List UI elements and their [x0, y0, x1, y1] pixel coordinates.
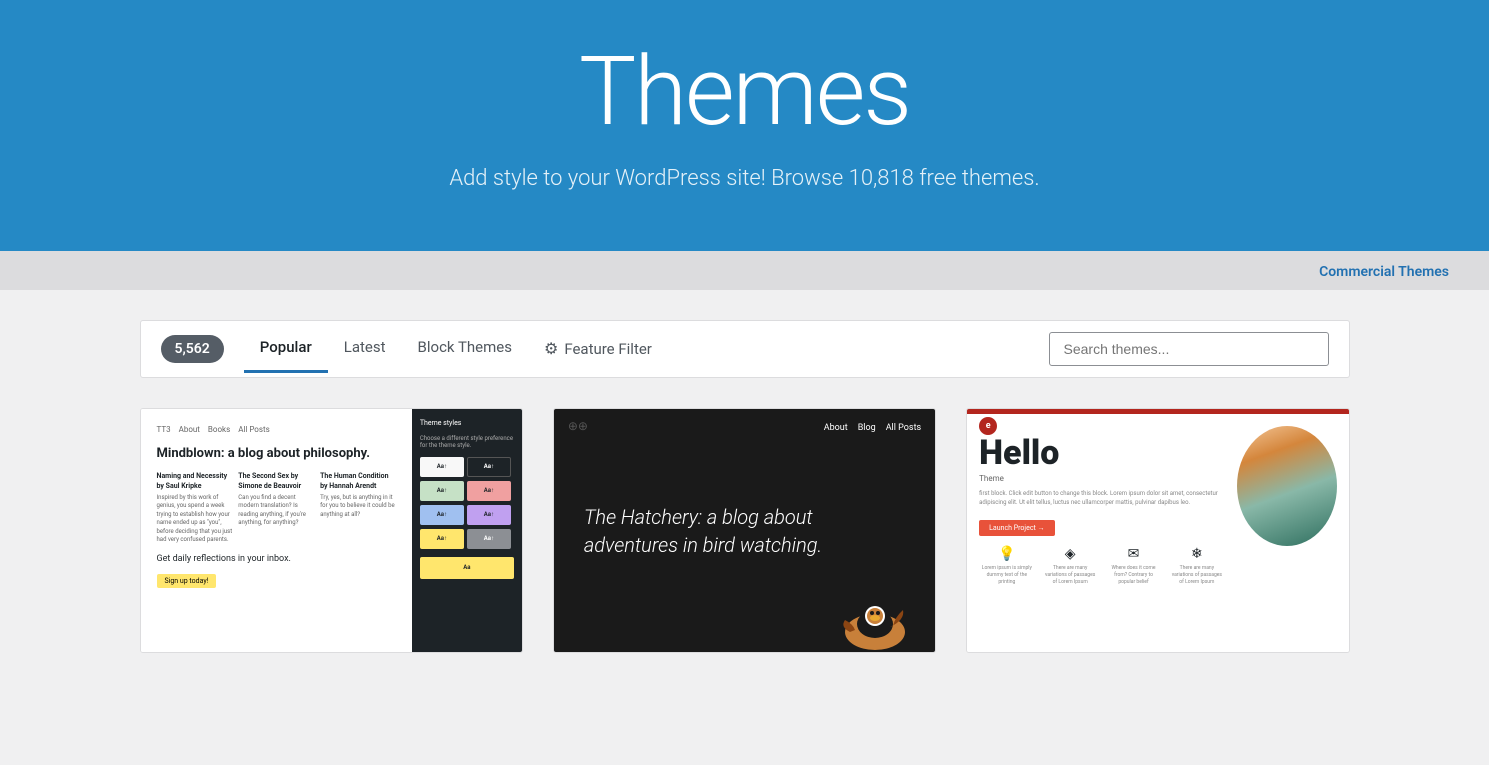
hello-launch-btn: Launch Project →	[979, 520, 1054, 536]
tab-latest[interactable]: Latest	[328, 324, 402, 373]
theme-preview-hello: e Hello Theme first block. Click edit bu…	[967, 409, 1348, 653]
theme-card-footer-tt3: Twenty Twenty-Three	[141, 652, 522, 653]
tt3-style-panel: Theme styles Choose a different style pr…	[412, 409, 522, 653]
filter-bar: 5,562 Popular Latest Block Themes ⚙ Feat…	[140, 320, 1350, 378]
theme-card-hello[interactable]: e Hello Theme first block. Click edit bu…	[966, 408, 1349, 654]
hello-left-panel: Hello Theme first block. Click edit butt…	[979, 426, 1224, 586]
theme-preview-tt3: TT3 About Books All Posts Mindblown: a b…	[141, 409, 522, 653]
tt3-nav: TT3 About Books All Posts	[157, 425, 396, 434]
hello-lorem: first block. Click edit button to change…	[979, 489, 1224, 507]
feature-filter-toggle[interactable]: ⚙ Feature Filter	[528, 324, 668, 373]
hello-badge: e	[979, 417, 997, 435]
filter-tabs: Popular Latest Block Themes ⚙ Feature Fi…	[244, 324, 1049, 373]
hello-image	[1237, 426, 1337, 546]
theme-preview-tt2: ⊕⊕ About Blog All Posts The Hatchery: a …	[554, 409, 935, 653]
hello-content: Hello Theme first block. Click edit butt…	[967, 414, 1348, 598]
theme-card-tt3[interactable]: TT3 About Books All Posts Mindblown: a b…	[140, 408, 523, 654]
gear-icon: ⚙	[544, 339, 558, 358]
tab-block-themes[interactable]: Block Themes	[402, 324, 528, 373]
send-icon: ✉	[1106, 546, 1161, 562]
tt3-cta: Sign up today!	[157, 574, 217, 588]
hello-icons: 💡 Lorem ipsum is simply dummy text of th…	[979, 546, 1224, 586]
commercial-bar: Commercial Themes	[0, 251, 1489, 290]
tt3-articles: Naming and Necessity by Saul Kripke Insp…	[157, 472, 396, 544]
hero-subtitle: Add style to your WordPress site! Browse…	[20, 166, 1469, 191]
lightbulb-icon: 💡	[979, 546, 1034, 562]
hero-section: Themes Add style to your WordPress site!…	[0, 0, 1489, 251]
tt3-signup: Get daily reflections in your inbox.	[157, 554, 396, 564]
theme-card-footer-tt2: Twenty Twenty-Two	[554, 652, 935, 653]
search-input[interactable]	[1049, 332, 1329, 366]
tt3-heading: Mindblown: a blog about philosophy.	[157, 446, 396, 463]
commercial-themes-link[interactable]: Commercial Themes	[1319, 264, 1449, 280]
theme-card-tt2[interactable]: ⊕⊕ About Blog All Posts The Hatchery: a …	[553, 408, 936, 654]
tab-popular[interactable]: Popular	[244, 324, 328, 373]
snowflake-icon: ❄	[1169, 546, 1224, 562]
tt3-left-panel: TT3 About Books All Posts Mindblown: a b…	[141, 409, 412, 653]
theme-card-footer-hello: Hello Elementor	[967, 652, 1348, 653]
diamond-icon: ◈	[1043, 546, 1098, 562]
page-title: Themes	[20, 40, 1469, 146]
feature-filter-label: Feature Filter	[564, 340, 652, 358]
tt2-nav: About Blog All Posts	[824, 423, 921, 433]
tt2-circles: ⊕⊕	[568, 419, 588, 433]
theme-count: 5,562	[161, 335, 224, 363]
search-wrap	[1049, 332, 1329, 366]
hello-title: Hello	[979, 436, 1224, 470]
tt2-bird-illustration	[835, 582, 915, 652]
tt2-text: The Hatchery: a blog about adventures in…	[554, 473, 935, 589]
theme-grid: TT3 About Books All Posts Mindblown: a b…	[140, 408, 1350, 654]
hello-right-panel	[1237, 426, 1337, 586]
main-content: 5,562 Popular Latest Block Themes ⚙ Feat…	[120, 290, 1370, 684]
hello-subtitle: Theme	[979, 474, 1224, 483]
